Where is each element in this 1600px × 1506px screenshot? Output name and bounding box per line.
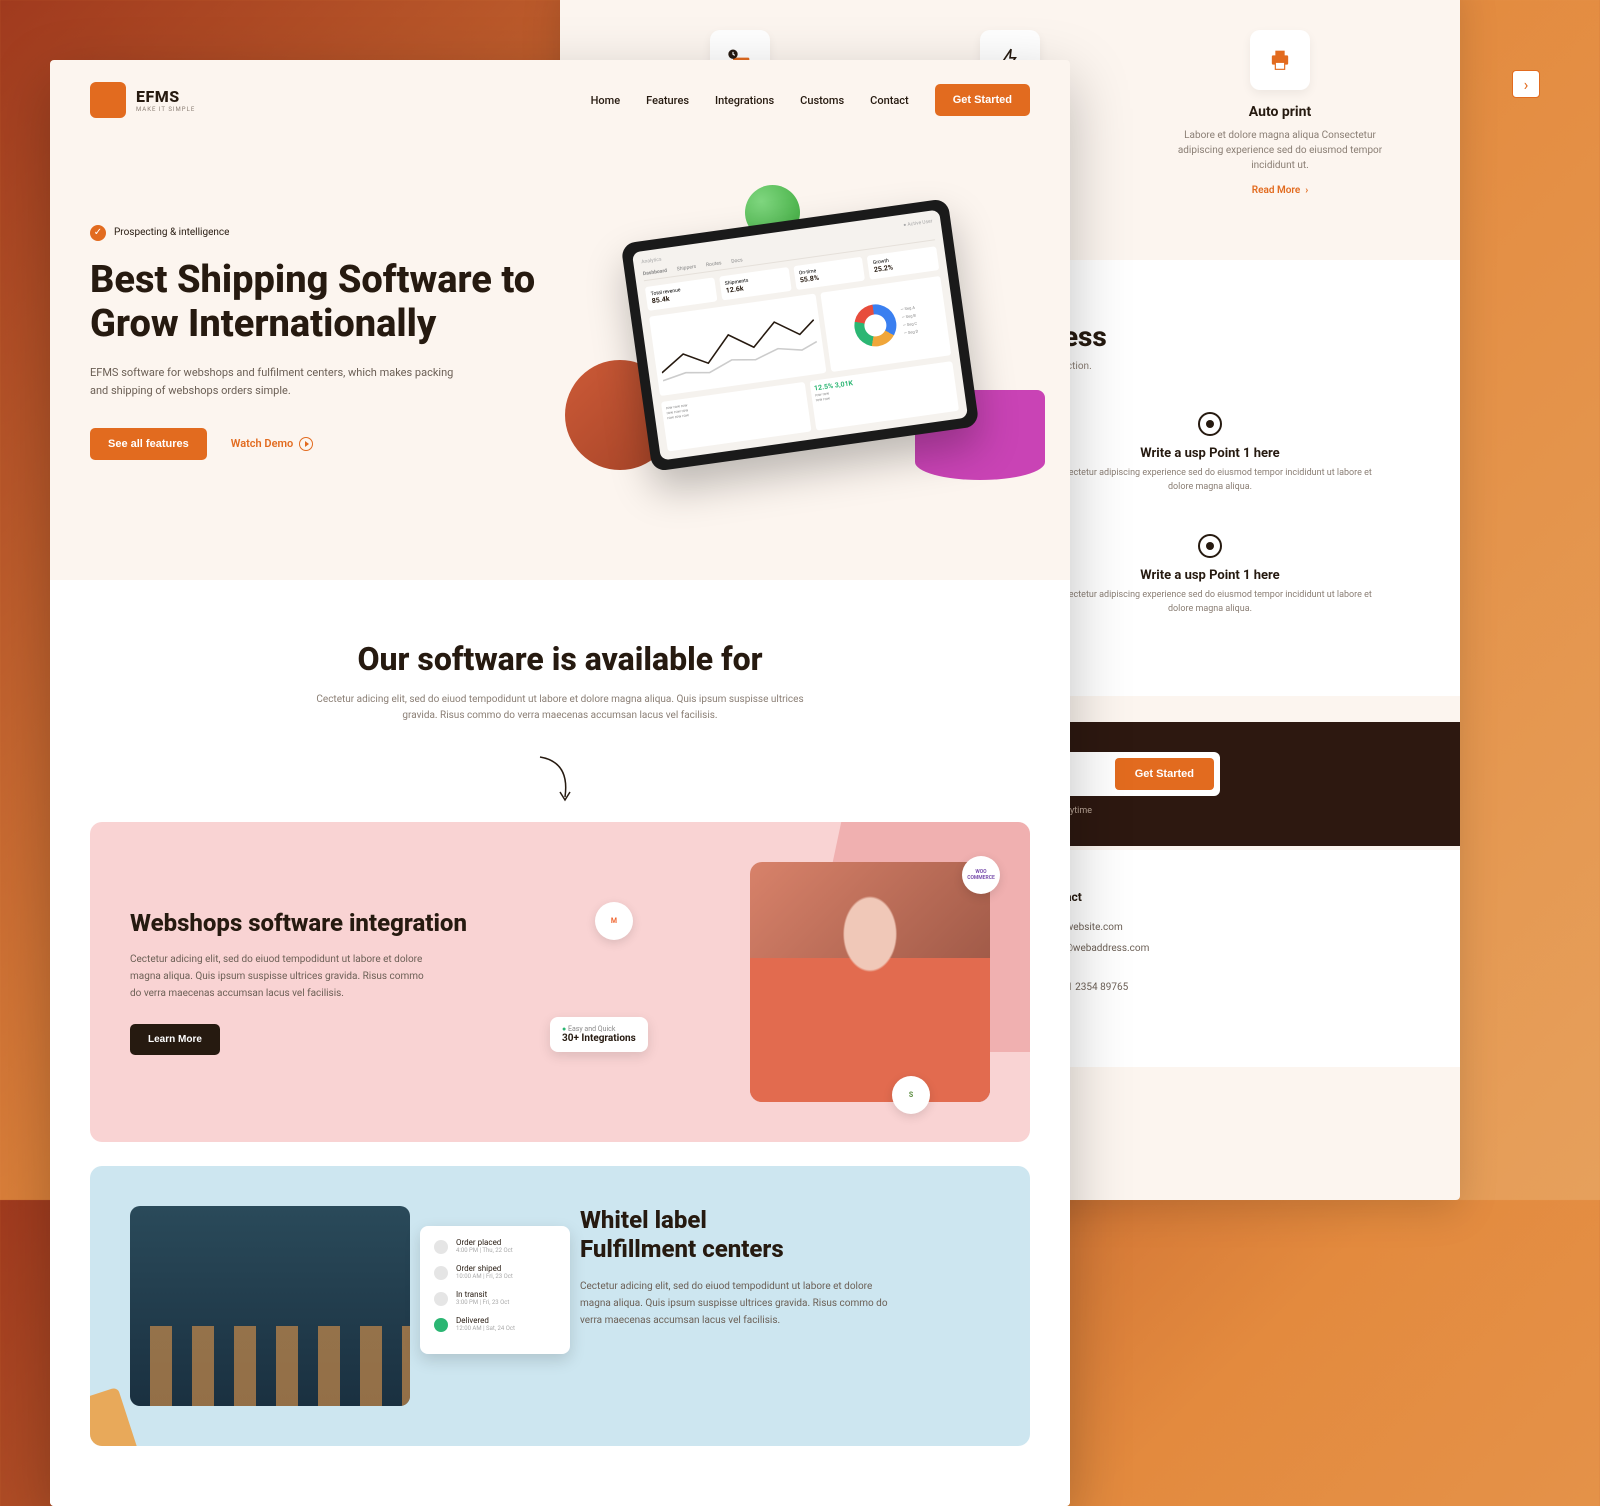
- nav-links: Home Features Integrations Customs Conta…: [591, 84, 1030, 116]
- usp-desc: Consectetur adipiscing experience sed do…: [1040, 589, 1380, 616]
- watch-demo-link[interactable]: Watch Demo: [231, 437, 314, 451]
- donut-chart: — Seg A— Seg B— Seg C— Seg D: [820, 276, 951, 372]
- get-started-button[interactable]: Get Started: [1115, 758, 1214, 790]
- badge-text: Prospecting & intelligence: [114, 227, 229, 238]
- nav-get-started-button[interactable]: Get Started: [935, 84, 1030, 116]
- page-front: EFMS MAKE IT SIMPLE Home Features Integr…: [50, 60, 1070, 1506]
- usp-item: Write a usp Point 1 here Consectetur adip…: [1040, 412, 1380, 494]
- fulfillment-card: Order placed4:00 PM | Thu, 22 Oct Order …: [90, 1166, 1030, 1446]
- check-icon: ✓: [90, 225, 106, 241]
- hero-title: Best Shipping Software to Grow Internati…: [90, 259, 545, 346]
- integrations-pill: ● Easy and Quick 30+ Integrations: [550, 1017, 648, 1052]
- top-nav: EFMS MAKE IT SIMPLE Home Features Integr…: [50, 60, 1070, 140]
- tablet-mockup: Analytics● Active User DashboardShippers…: [621, 198, 980, 472]
- nav-home[interactable]: Home: [591, 94, 621, 107]
- track-step: In transit: [456, 1290, 509, 1299]
- usp-title: Write a usp Point 1 here: [1040, 446, 1380, 461]
- track-time: 3:00 PM | Fri, 23 Oct: [456, 1299, 509, 1306]
- target-icon: [1198, 412, 1222, 436]
- usp-desc: Consectetur adipiscing experience sed do…: [1040, 467, 1380, 494]
- hero-badge: ✓ Prospecting & intelligence: [90, 225, 229, 241]
- usp-title: Write a usp Point 1 here: [1040, 568, 1380, 583]
- usp-item: Write a usp Point 1 here Consectetur adip…: [1040, 534, 1380, 616]
- track-time: 10:00 AM | Fri, 23 Oct: [456, 1273, 513, 1280]
- stat-card: Growth25.2%: [867, 246, 939, 279]
- logo-icon: [90, 82, 126, 118]
- arrow-decoration: [530, 752, 590, 812]
- warehouse-photo: [130, 1206, 410, 1406]
- brand-name: EFMS: [136, 87, 195, 106]
- track-step: Delivered: [456, 1316, 515, 1325]
- hero-desc: EFMS software for webshops and fulfilmen…: [90, 364, 470, 399]
- available-section: Our software is available for Cectetur a…: [50, 580, 1070, 1506]
- fulfillment-desc: Cectetur adicing elit, sed do eiuod temp…: [580, 1278, 900, 1329]
- tracking-card: Order placed4:00 PM | Thu, 22 Oct Order …: [420, 1226, 570, 1354]
- learn-more-button[interactable]: Learn More: [130, 1024, 220, 1055]
- track-step: Order placed: [456, 1238, 513, 1247]
- feature-desc: Labore et dolore magna aliqua Consectetu…: [1170, 128, 1390, 173]
- shopify-chip: S: [892, 1076, 930, 1114]
- track-step: Order shiped: [456, 1264, 513, 1273]
- read-more-link[interactable]: Read More ›: [1252, 185, 1309, 196]
- see-features-button[interactable]: See all features: [90, 428, 207, 460]
- feature-title: Auto print: [1170, 104, 1390, 120]
- woocommerce-chip: WOO COMMERCE: [962, 856, 1000, 894]
- feature-card-autoprint: Auto print Labore et dolore magna aliqua…: [1170, 30, 1390, 197]
- available-title: Our software is available for: [90, 640, 1030, 678]
- hero: ✓ Prospecting & intelligence Best Shippi…: [50, 140, 1070, 580]
- brand-tagline: MAKE IT SIMPLE: [136, 106, 195, 113]
- track-time: 12:00 AM | Sat, 24 Oct: [456, 1325, 515, 1332]
- woman-laptop-photo: [750, 862, 990, 1102]
- webshops-desc: Cectetur adicing elit, sed do eiuod temp…: [130, 951, 430, 1002]
- play-icon: [299, 437, 313, 451]
- magento-chip: M: [595, 902, 633, 940]
- carousel-next-button[interactable]: ›: [1512, 70, 1540, 98]
- stat-card: Total revenue85.4k: [645, 277, 717, 310]
- available-sub: Cectetur adicing elit, sed do eiuod temp…: [300, 692, 820, 724]
- hero-illustration: Analytics● Active User DashboardShippers…: [575, 180, 1030, 500]
- nav-customs[interactable]: Customs: [800, 94, 844, 107]
- logo[interactable]: EFMS MAKE IT SIMPLE: [90, 82, 195, 118]
- nav-integrations[interactable]: Integrations: [715, 94, 774, 107]
- fulfillment-title: Whitel labelFulfillment centers: [580, 1206, 990, 1264]
- stat-card: Shipments12.6k: [719, 267, 791, 300]
- track-time: 4:00 PM | Thu, 22 Oct: [456, 1247, 513, 1254]
- line-chart: [649, 293, 826, 396]
- stat-card: On-time55.8%: [793, 257, 865, 290]
- nav-contact[interactable]: Contact: [870, 94, 909, 107]
- nav-features[interactable]: Features: [646, 94, 689, 107]
- webshops-title: Webshops software integration: [130, 909, 540, 938]
- target-icon: [1198, 534, 1222, 558]
- webshops-card: amazon Webshops software integration Cec…: [90, 822, 1030, 1142]
- printer-icon: [1250, 30, 1310, 90]
